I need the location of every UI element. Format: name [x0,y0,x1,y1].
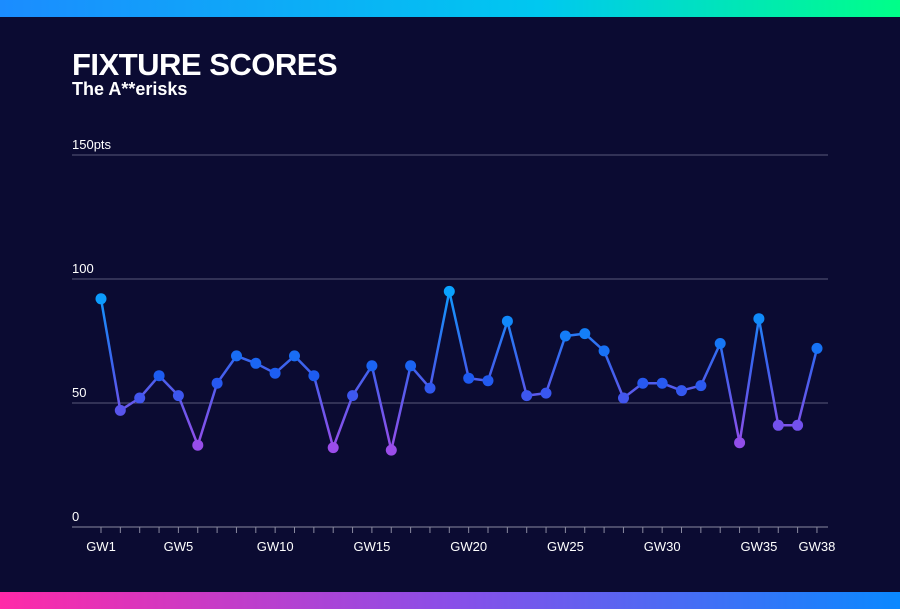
score-point-gw5[interactable] [172,390,184,402]
score-point-gw29[interactable] [637,377,649,389]
y-tick-label: 150pts [72,137,112,152]
score-point-gw23[interactable] [521,390,533,402]
score-point-gw3[interactable] [134,392,146,404]
score-points [95,285,823,456]
x-tick-label: GW10 [257,539,294,554]
score-point-gw7[interactable] [211,377,223,389]
score-point-gw13[interactable] [327,442,339,454]
score-point-gw24[interactable] [540,387,552,399]
gridlines: 0 50 100 150pts [72,137,828,524]
score-point-gw12[interactable] [308,370,320,382]
x-tick-label: GW30 [644,539,681,554]
score-point-gw11[interactable] [289,350,300,362]
score-point-gw32[interactable] [695,380,707,392]
x-tick-label: GW38 [799,539,836,554]
score-point-gw30[interactable] [656,377,668,389]
score-point-gw38[interactable] [811,342,823,354]
score-point-gw31[interactable] [676,385,687,397]
score-point-gw16[interactable] [385,444,397,456]
score-point-gw28[interactable] [618,392,629,404]
score-point-gw34[interactable] [734,437,746,449]
score-point-gw2[interactable] [114,404,126,416]
y-tick-label: 0 [72,509,79,524]
bottom-gradient-bar [0,592,900,609]
score-point-gw14[interactable] [347,390,359,402]
score-point-gw36[interactable] [772,419,784,431]
score-point-gw35[interactable] [753,313,765,325]
score-point-gw37[interactable] [792,419,804,431]
score-point-gw17[interactable] [405,360,417,372]
score-point-gw10[interactable] [269,367,281,379]
score-point-gw6[interactable] [192,439,204,451]
score-point-gw21[interactable] [482,375,494,387]
y-tick-label: 100 [72,261,94,276]
x-tick-label: GW35 [740,539,777,554]
score-point-gw4[interactable] [153,370,165,382]
score-point-gw33[interactable] [714,338,726,349]
score-point-gw27[interactable] [598,345,610,357]
x-tick-label: GW20 [450,539,487,554]
score-point-gw25[interactable] [559,330,571,342]
fixture-scores-chart: 050100150pts GW1 GW5 GW10 GW15 GW20 GW25 GW30 G… [72,137,836,554]
score-point-gw22[interactable] [501,315,513,327]
x-axis: GW1 GW5 GW10 GW15 GW20 GW25 GW30 GW35 GW38 [72,526,836,554]
y-tick-label: 50 [72,385,86,400]
score-point-gw15[interactable] [366,360,378,372]
score-point-gw26[interactable] [579,328,591,340]
x-tick-label: GW1 [86,539,116,554]
x-tick-label: GW15 [353,539,390,554]
score-point-gw20[interactable] [463,372,475,384]
score-point-gw1[interactable] [95,293,107,305]
score-point-gw8[interactable] [231,350,242,362]
score-point-gw19[interactable] [443,285,455,297]
x-tick-label: GW5 [164,539,194,554]
score-line [99,290,819,452]
score-line-layer [99,290,819,452]
score-point-gw18[interactable] [424,382,436,394]
score-point-gw9[interactable] [250,357,262,369]
x-tick-label: GW25 [547,539,584,554]
